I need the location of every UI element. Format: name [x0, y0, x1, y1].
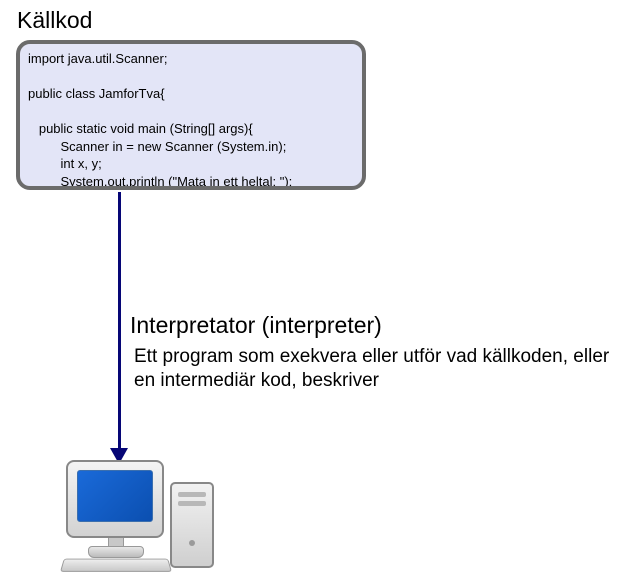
tower-icon [170, 482, 214, 568]
interpreter-heading: Interpretator (interpreter) [130, 312, 382, 339]
source-code-box: import java.util.Scanner; public class J… [16, 40, 366, 190]
computer-icon [60, 460, 230, 570]
keyboard-icon [60, 559, 172, 572]
screen-icon [77, 470, 153, 522]
monitor-stand-base [88, 546, 144, 558]
source-code-title: Källkod [17, 7, 92, 34]
monitor-icon [66, 460, 164, 538]
flow-arrow-line [118, 192, 121, 450]
interpreter-description: Ett program som exekvera eller utför vad… [134, 345, 614, 393]
